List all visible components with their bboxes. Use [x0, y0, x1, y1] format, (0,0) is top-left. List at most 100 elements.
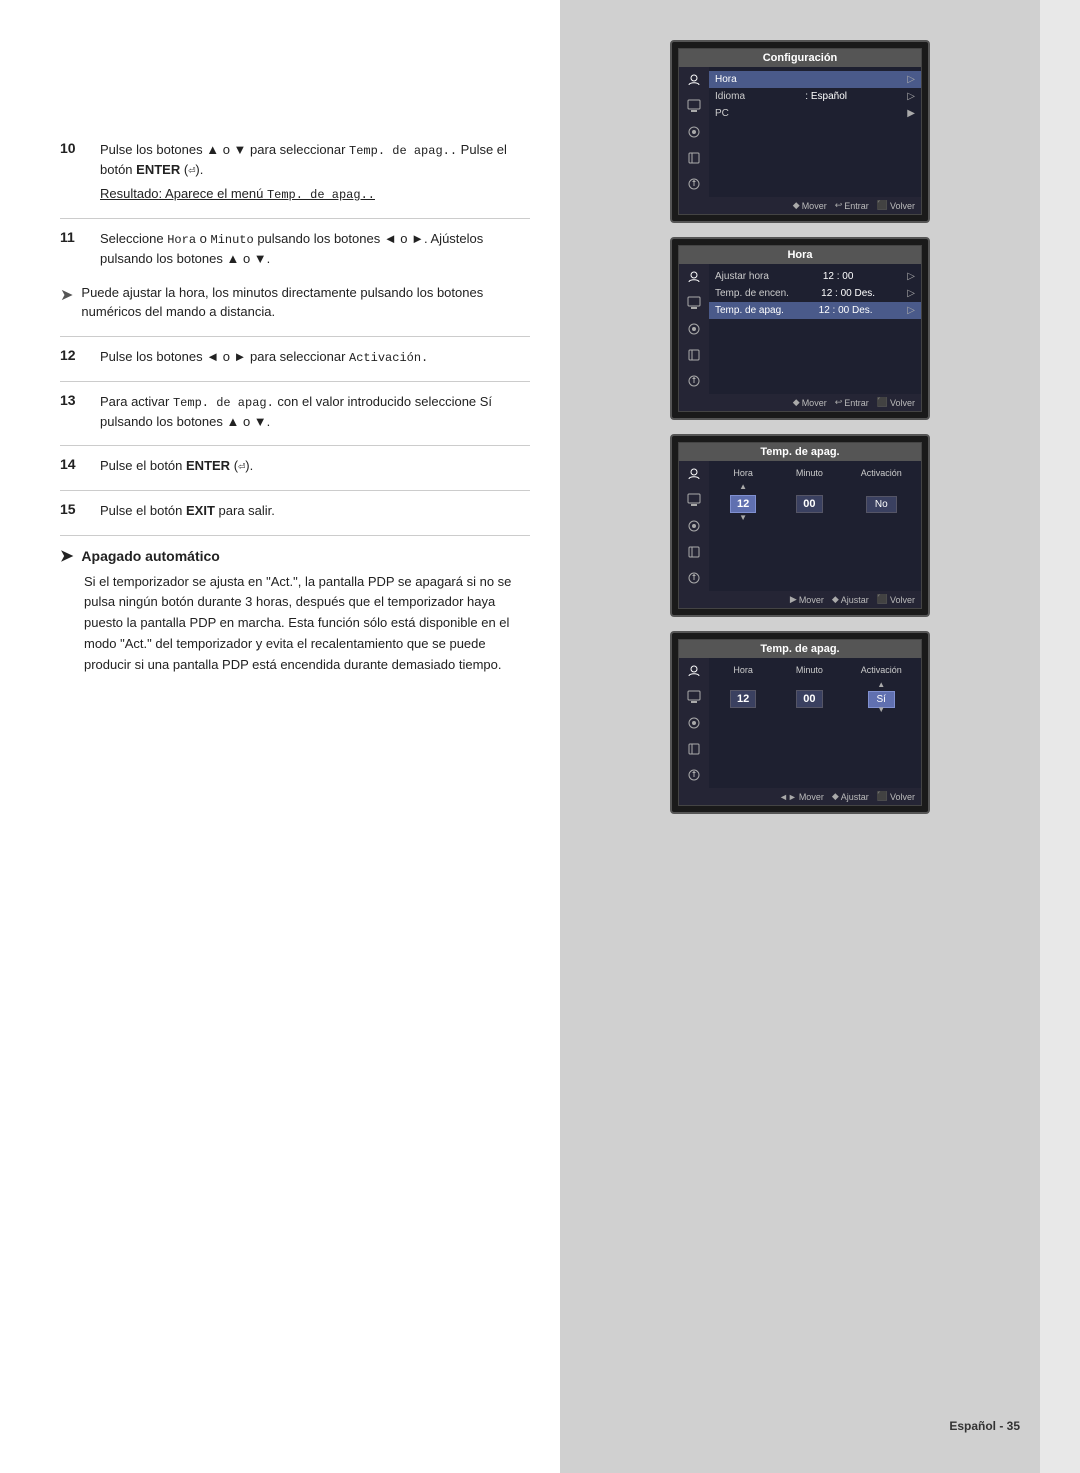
footer-ajustar-4: ◆ Ajustar — [832, 791, 869, 802]
value-temp-encen: 12 : 00 Des. — [821, 288, 875, 299]
hora-arrow: ▷ — [907, 74, 915, 85]
tip-11-text: Puede ajustar la hora, los minutos direc… — [81, 283, 530, 322]
down-hora-1: ▼ — [715, 513, 771, 522]
timer-hora-val-2: 12 — [730, 690, 756, 708]
down-activacion-2: ▼ — [848, 705, 916, 714]
screen-configuracion: Configuración — [670, 40, 930, 223]
sidebar-icon-4a — [684, 662, 704, 680]
footer-volver-3: ⬛ Volver — [877, 594, 915, 605]
page-footer: Español - 35 — [949, 1419, 1020, 1433]
col-header-minuto-1: Minuto — [781, 468, 837, 478]
sidebar-icon-3d — [684, 543, 704, 561]
step-15-content: Pulse el botón EXIT para salir. — [100, 501, 530, 521]
screen-hora: Hora — [670, 237, 930, 420]
step-12: 12 Pulse los botones ◄ o ► para seleccio… — [60, 347, 530, 367]
sidebar-icon-3c — [684, 517, 704, 535]
menu-row-idioma: Idioma : Español ▷ — [709, 88, 921, 105]
sidebar-icon-3e — [684, 569, 704, 587]
step-number-13: 13 — [60, 392, 90, 408]
step-14-content: Pulse el botón ENTER (⏎). — [100, 456, 530, 476]
sidebar-icons-2 — [679, 264, 709, 394]
sidebar-icon-3b — [684, 491, 704, 509]
sidebar-icon-2a — [684, 268, 704, 286]
sidebar-icons-3 — [679, 461, 709, 591]
step-number-15: 15 — [60, 501, 90, 517]
footer-mover-1: ◆ Mover — [793, 200, 827, 211]
screen-1-footer: ◆ Mover ↩ Entrar ⬛ Volver — [679, 197, 921, 214]
screen-temp-apag-1-content: Hora Minuto Activación ▲ 12 — [709, 461, 921, 591]
timer-minuto-val-1: 00 — [796, 495, 822, 513]
step-12-content: Pulse los botones ◄ o ► para seleccionar… — [100, 347, 530, 367]
label-ajustar-hora: Ajustar hora — [715, 271, 769, 282]
footer-volver-1: ⬛ Volver — [877, 200, 915, 211]
menu-row-hora: Hora ▷ — [709, 71, 921, 88]
ajustar-hora-arrow: ▷ — [907, 271, 915, 282]
step-number-10: 10 — [60, 140, 90, 156]
col-header-hora-2: Hora — [715, 665, 771, 675]
footer-mover-4: ◄► Mover — [779, 791, 824, 802]
sidebar-icon-1e — [684, 175, 704, 193]
screen-hora-content: Ajustar hora 12 : 00 ▷ Temp. de encen. 1… — [709, 264, 921, 394]
step-13-content: Para activar Temp. de apag. con el valor… — [100, 392, 530, 432]
up-activacion-2: ▲ — [848, 680, 916, 689]
screen-temp-apag-1: Temp. de apag. — [670, 434, 930, 617]
step-10-content: Pulse los botones ▲ o ▼ para seleccionar… — [100, 140, 530, 204]
step-10: 10 Pulse los botones ▲ o ▼ para seleccio… — [60, 140, 530, 204]
menu-row-pc: PC ▶ — [709, 105, 921, 122]
menu-row-ajustar-hora: Ajustar hora 12 : 00 ▷ — [709, 268, 921, 285]
step-number-12: 12 — [60, 347, 90, 363]
footer-mover-3: ▶ Mover — [790, 594, 824, 605]
step-11-content: Seleccione Hora o Minuto pulsando los bo… — [100, 229, 530, 269]
screen-configuracion-title: Configuración — [679, 49, 921, 67]
step-10-result: Resultado: Aparece el menú Temp. de apag… — [100, 184, 530, 204]
step-13: 13 Para activar Temp. de apag. con el va… — [60, 392, 530, 432]
sidebar-icons-1 — [679, 67, 709, 197]
screen-temp-apag-2-title: Temp. de apag. — [679, 640, 921, 658]
idioma-arrow: ▷ — [907, 91, 915, 102]
timer-hora-val-1: 12 — [730, 495, 756, 513]
sidebar-icon-2e — [684, 372, 704, 390]
sidebar-icons-4 — [679, 658, 709, 788]
sidebar-icon-1d — [684, 149, 704, 167]
sidebar-icon-3a — [684, 465, 704, 483]
footer-entrar-1: ↩ Entrar — [835, 200, 869, 211]
footer-mover-2: ◆ Mover — [793, 397, 827, 408]
idioma-value: : Español — [805, 91, 847, 102]
menu-row-temp-apag: Temp. de apag. 12 : 00 Des. ▷ — [709, 302, 921, 319]
step-number-14: 14 — [60, 456, 90, 472]
footer-ajustar-3: ◆ Ajustar — [832, 594, 869, 605]
screen-configuracion-content: Hora ▷ Idioma : Español ▷ PC ▶ — [709, 67, 921, 197]
menu-row-temp-encen: Temp. de encen. 12 : 00 Des. ▷ — [709, 285, 921, 302]
apagado-section: ➤ Apagado automático Si el temporizador … — [60, 546, 530, 676]
sidebar-icon-1a — [684, 71, 704, 89]
footer-volver-4: ⬛ Volver — [877, 791, 915, 802]
footer-volver-2: ⬛ Volver — [877, 397, 915, 408]
value-temp-apag: 12 : 00 Des. — [819, 305, 873, 316]
apagado-arrow-icon: ➤ — [60, 546, 73, 566]
value-ajustar-hora: 12 : 00 — [823, 271, 854, 282]
footer-entrar-2: ↩ Entrar — [835, 397, 869, 408]
apagado-title: ➤ Apagado automático — [60, 546, 530, 566]
sidebar-icon-1c — [684, 123, 704, 141]
label-temp-apag: Temp. de apag. — [715, 305, 784, 316]
step-number-11: 11 — [60, 229, 90, 245]
apagado-title-text: Apagado automático — [81, 548, 219, 564]
sidebar-icon-4b — [684, 688, 704, 706]
tip-11: ➤ Puede ajustar la hora, los minutos dir… — [60, 283, 530, 322]
sidebar-icon-2d — [684, 346, 704, 364]
step-14: 14 Pulse el botón ENTER (⏎). — [60, 456, 530, 476]
apagado-text: Si el temporizador se ajusta en "Act.", … — [84, 572, 530, 676]
timer-minuto-val-2: 00 — [796, 690, 822, 708]
tip-arrow-icon: ➤ — [60, 285, 73, 305]
screens-column: Configuración — [560, 0, 1040, 1473]
up-hora-1: ▲ — [715, 482, 771, 491]
sidebar-icon-1b — [684, 97, 704, 115]
pc-arrow: ▶ — [907, 108, 915, 119]
sidebar-icon-2c — [684, 320, 704, 338]
col-header-hora-1: Hora — [715, 468, 771, 478]
menu-label-hora: Hora — [715, 74, 737, 85]
sidebar-icon-2b — [684, 294, 704, 312]
screen-temp-apag-2: Temp. de apag. — [670, 631, 930, 814]
screen-4-footer: ◄► Mover ◆ Ajustar ⬛ Volver — [679, 788, 921, 805]
temp-encen-arrow: ▷ — [907, 288, 915, 299]
